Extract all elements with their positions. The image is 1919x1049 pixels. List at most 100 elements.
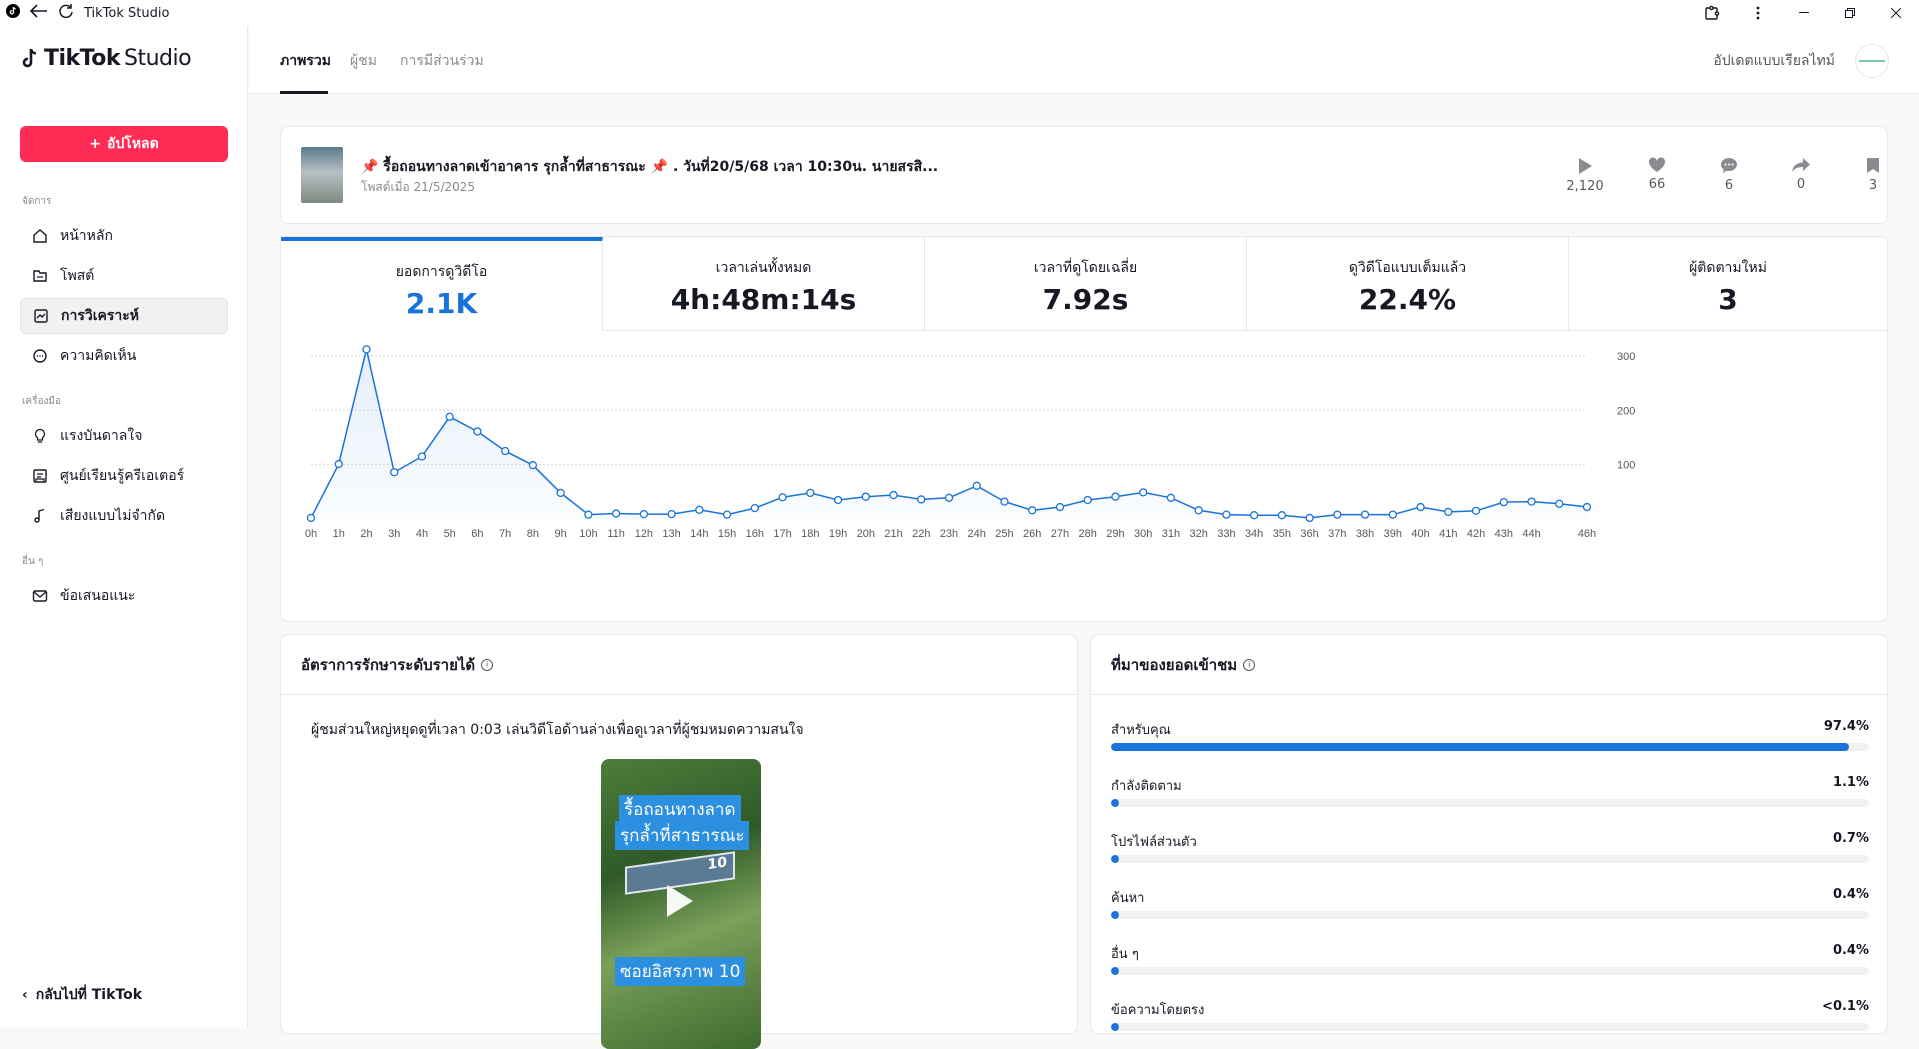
- nav-section-other: อื่น ๆ: [22, 556, 44, 567]
- data-point: [1388, 510, 1397, 519]
- metric-tab-full-watch[interactable]: ดูวิดีโอแบบเต็มแล้ว 22.4%: [1247, 237, 1569, 331]
- upload-button[interactable]: + อัปโหลด: [20, 126, 228, 162]
- x-tick-label: 30h: [1134, 528, 1152, 540]
- sidebar: TikTok Studio + อัปโหลด จัดการ หน้าหลัก …: [0, 26, 248, 1028]
- x-tick-label: 6h: [471, 528, 483, 540]
- traffic-source-bar: [1111, 911, 1869, 919]
- data-point: [1444, 507, 1453, 517]
- data-point: [917, 495, 926, 504]
- sidebar-item-comments[interactable]: ความคิดเห็น: [20, 338, 228, 374]
- sidebar-item-home[interactable]: หน้าหลัก: [20, 218, 228, 254]
- nav-section-tools: เครื่องมือ: [22, 396, 61, 407]
- x-tick-label: 24h: [968, 528, 986, 540]
- bookmark-icon: [1867, 158, 1879, 173]
- x-tick-label: 36h: [1300, 528, 1318, 540]
- window-title: TikTok Studio: [84, 5, 170, 21]
- traffic-source-label: ข้อความโดยตรง: [1111, 1003, 1205, 1018]
- traffic-source-row: กำลังติดตาม 1.1%: [1111, 775, 1869, 807]
- sidebar-item-posts[interactable]: โพสต์: [20, 258, 228, 294]
- x-tick-label: 35h: [1273, 528, 1291, 540]
- sidebar-item-music[interactable]: เสียงแบบไม่จำกัด: [20, 498, 228, 534]
- extensions-icon[interactable]: [1689, 0, 1735, 26]
- data-point: [362, 345, 371, 354]
- refresh-icon[interactable]: [58, 3, 74, 23]
- x-tick-label: 39h: [1384, 528, 1402, 540]
- traffic-title: ที่มาของยอดเข้าชม: [1111, 655, 1238, 674]
- traffic-source-bar: [1111, 743, 1869, 751]
- sidebar-item-label: ศูนย์เรียนรู้ครีเอเตอร์: [60, 468, 185, 484]
- video-caption-line-1: รื้อถอนทางลาด: [619, 795, 741, 824]
- x-tick-label: 29h: [1106, 528, 1124, 540]
- x-tick-label: 41h: [1439, 528, 1457, 540]
- x-tick-label: 34h: [1245, 528, 1263, 540]
- x-tick-label: 16h: [746, 528, 764, 540]
- x-tick-label: 11h: [607, 528, 625, 540]
- info-icon[interactable]: i: [1243, 658, 1256, 671]
- x-tick-label: 13h: [662, 528, 680, 540]
- tab-engagement[interactable]: การมีส่วนร่วม: [400, 50, 484, 72]
- sidebar-item-academy[interactable]: ศูนย์เรียนรู้ครีเอเตอร์: [20, 458, 228, 494]
- y-tick-label: 300: [1617, 351, 1635, 363]
- data-point: [1055, 502, 1065, 512]
- sidebar-item-inspiration[interactable]: แรงบันดาลใจ: [20, 418, 228, 454]
- tab-overview[interactable]: ภาพรวม: [280, 50, 331, 72]
- back-arrow-icon[interactable]: [29, 4, 48, 22]
- info-icon[interactable]: i: [481, 658, 494, 671]
- shares-stat: 0: [1771, 157, 1831, 192]
- data-point: [778, 493, 787, 502]
- traffic-source-value: 1.1%: [1832, 775, 1869, 790]
- y-tick-label: 200: [1617, 405, 1635, 417]
- retention-panel: อัตราการรักษาระดับรายได้ i ผู้ชมส่วนใหญ่…: [280, 634, 1078, 1049]
- restore-icon[interactable]: [1827, 0, 1873, 26]
- tiktok-studio-logo[interactable]: TikTok Studio: [20, 46, 192, 71]
- post-title[interactable]: 📌 รื้อถอนทางลาดเข้าอาคาร รุกล้ำที่สาธารณ…: [361, 156, 938, 178]
- metric-value: 4h:48m:14s: [670, 283, 857, 316]
- metric-value: 22.4%: [1358, 283, 1457, 316]
- back-to-tiktok-link[interactable]: ‹ กลับไปที่ TikTok: [22, 984, 142, 1006]
- retention-header: อัตราการรักษาระดับรายได้ i: [281, 635, 1077, 695]
- chevron-left-icon: ‹: [22, 987, 28, 1003]
- close-icon[interactable]: [1873, 0, 1919, 26]
- video-preview[interactable]: รื้อถอนทางลาด รุกล้ำที่สาธารณะ 10 ซอยอิส…: [601, 759, 761, 1049]
- sidebar-item-label: ความคิดเห็น: [60, 348, 137, 364]
- traffic-source-row: โปรไฟล์ส่วนตัว 0.7%: [1111, 831, 1869, 863]
- saves-count: 3: [1868, 178, 1878, 193]
- traffic-source-value: <0.1%: [1822, 999, 1869, 1014]
- views-stat: 2,120: [1555, 157, 1615, 194]
- data-point: [1471, 506, 1481, 515]
- metric-tab-avg-watch[interactable]: เวลาที่ดูโดยเฉลี่ย 7.92s: [925, 237, 1247, 331]
- x-tick-label: 9h: [555, 528, 567, 540]
- post-thumbnail[interactable]: [301, 147, 343, 203]
- sidebar-item-feedback[interactable]: ข้อเสนอแนะ: [20, 578, 228, 614]
- data-point: [556, 488, 565, 498]
- data-point: [1277, 511, 1287, 520]
- metric-tab-new-followers[interactable]: ผู้ติดตามใหม่ 3: [1569, 237, 1887, 331]
- more-menu-icon[interactable]: [1735, 0, 1781, 26]
- traffic-source-bar-fill: [1111, 799, 1120, 807]
- data-point: [1000, 497, 1009, 506]
- sidebar-item-label: การวิเคราะห์: [61, 308, 139, 324]
- x-tick-label: 4h: [416, 528, 428, 540]
- video-caption-bottom: ซอยอิสรภาพ 10: [615, 957, 746, 986]
- traffic-source-row: อื่น ๆ 0.4%: [1111, 943, 1869, 975]
- minimize-icon[interactable]: [1781, 0, 1827, 26]
- street-sign-number: 10: [707, 854, 727, 874]
- data-point: [528, 461, 538, 470]
- data-point: [1111, 492, 1120, 501]
- x-tick-label: 46h: [1578, 528, 1596, 540]
- traffic-source-value: 0.4%: [1832, 887, 1869, 902]
- metric-tab-views[interactable]: ยอดการดูวิดีโอ 2.1K: [281, 237, 603, 331]
- comment-icon: [33, 349, 47, 363]
- retention-title: อัตราการรักษาระดับรายได้: [301, 655, 476, 674]
- traffic-source-bar: [1111, 1023, 1869, 1031]
- heart-icon: [1648, 157, 1666, 172]
- traffic-source-row: สำหรับคุณ 97.4%: [1111, 719, 1869, 751]
- sidebar-item-analytics[interactable]: การวิเคราะห์: [20, 298, 228, 334]
- metric-tab-watch-time[interactable]: เวลาเล่นทั้งหมด 4h:48m:14s: [603, 237, 925, 331]
- data-point: [390, 468, 399, 477]
- play-icon[interactable]: [667, 885, 693, 917]
- x-tick-label: 12h: [635, 528, 653, 540]
- x-tick-label: 21h: [884, 528, 902, 540]
- avatar[interactable]: [1855, 44, 1889, 78]
- tab-audience[interactable]: ผู้ชม: [350, 50, 377, 72]
